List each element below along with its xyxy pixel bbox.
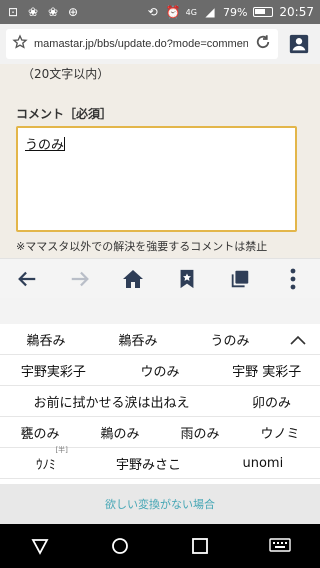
ime-candidate[interactable]: 鵜呑み [0,330,92,349]
network-label: 4G [185,7,197,17]
halfwidth-tag: [半] [55,445,68,454]
nav-back-icon [31,539,49,555]
ime-candidate[interactable]: ｳﾉﾐ [半] [0,446,91,473]
ime-candidate[interactable]: 宇野みさこ [91,454,205,473]
page-content: （20文字以内） コメント［必須］ うのみ ※ママスタ以外での解決を強要するコメ… [0,64,320,258]
back-arrow-icon [17,271,35,286]
url-text[interactable]: mamastar.jp/bbs/update.do?mode=commen… [34,38,248,50]
clock: 20:57 [279,5,314,19]
battery-icon [253,7,274,17]
comment-label: コメント［必須］ [16,107,113,121]
content-gap [0,298,320,324]
account-button[interactable] [284,29,314,59]
tabs-button[interactable] [220,259,260,299]
ime-candidate[interactable]: 卯のみ [223,392,320,411]
flower-icon: ❀ [27,5,39,19]
browser-toolbar [0,258,320,298]
ime-candidate[interactable]: 甕のみ [0,423,80,442]
reload-icon[interactable] [254,33,272,55]
bookmark-icon [180,269,194,288]
char-limit-hint: （20文字以内） [22,67,110,81]
comment-textarea[interactable]: うのみ [16,126,297,232]
ime-candidate-row: お前に拭かせる涙は出ねえ 卯のみ [0,386,320,417]
ime-candidate[interactable]: 雨のみ [160,423,240,442]
ime-footer: 欲しい変換がない場合 [0,484,320,524]
nav-recents-button[interactable] [180,526,220,566]
notification-icon: ⊡ [7,5,19,19]
star-icon[interactable] [12,34,28,54]
signal-icon: ◢ [205,5,215,19]
ime-candidate[interactable]: うのみ [184,330,276,349]
home-button[interactable] [113,259,153,299]
forward-button[interactable] [60,259,100,299]
status-bar: ⊡ ❀ ❀ ⊕ ⟲ ⏰ 4G ◢ 79% 20:57 [0,0,320,24]
ime-candidate-text: ｳﾉﾐ [35,457,56,473]
tabs-icon [231,270,249,287]
chevron-up-icon [290,335,306,345]
ime-candidate-row: 宇野実彩子 ウのみ 宇野 実彩子 [0,355,320,386]
ime-candidate[interactable]: ウノミ [240,423,320,442]
ime-candidate[interactable]: 宇野 実彩子 [213,361,320,380]
ime-candidate[interactable]: 鵜呑み [92,330,184,349]
globe-icon: ⊕ [67,5,79,19]
comment-input-text: うのみ [25,138,65,153]
ime-candidate-row: 鵜呑み 鵜呑み うのみ [0,324,320,355]
comment-rule-note: ※ママスタ以外での解決を強要するコメントは禁止 [16,240,268,253]
account-icon [289,34,309,54]
ime-candidate-row: 甕のみ 鵜のみ 雨のみ ウノミ [0,417,320,448]
more-vert-icon [290,268,296,289]
more-button[interactable] [273,259,313,299]
nav-recents-icon [192,538,208,554]
nav-home-button[interactable] [100,526,140,566]
battery-percent: 79% [222,5,248,19]
alarm-icon: ⏰ [165,5,181,19]
ime-candidates: 鵜呑み 鵜呑み うのみ 宇野実彩子 ウのみ 宇野 実彩子 お前に拭かせる涙は出ね… [0,324,320,484]
ime-candidate[interactable]: 宇野実彩子 [0,361,107,380]
ime-candidate-row: ｳﾉﾐ [半] 宇野みさこ unomi [0,446,320,479]
flower-icon: ❀ [47,5,59,19]
ime-candidate[interactable]: お前に拭かせる涙は出ねえ [0,392,223,411]
system-nav-bar [0,524,320,568]
forward-arrow-icon [71,271,89,286]
ime-candidate[interactable]: ウのみ [107,361,214,380]
collapse-candidates-button[interactable] [276,330,320,349]
nav-home-icon [112,538,128,554]
ime-candidate[interactable]: 鵜のみ [80,423,160,442]
rotate-icon: ⟲ [147,5,158,19]
bookmark-button[interactable] [167,259,207,299]
back-button[interactable] [7,259,47,299]
url-bar: mamastar.jp/bbs/update.do?mode=commen… [0,24,320,64]
ime-candidate[interactable]: unomi [206,456,320,471]
keyboard-icon [269,538,291,552]
url-field[interactable]: mamastar.jp/bbs/update.do?mode=commen… [6,29,278,59]
keyboard-switch-button[interactable] [260,526,300,566]
home-icon [123,269,144,288]
no-desired-conversion-link[interactable]: 欲しい変換がない場合 [105,496,215,512]
text-caret [64,137,66,151]
nav-back-button[interactable] [20,526,60,566]
